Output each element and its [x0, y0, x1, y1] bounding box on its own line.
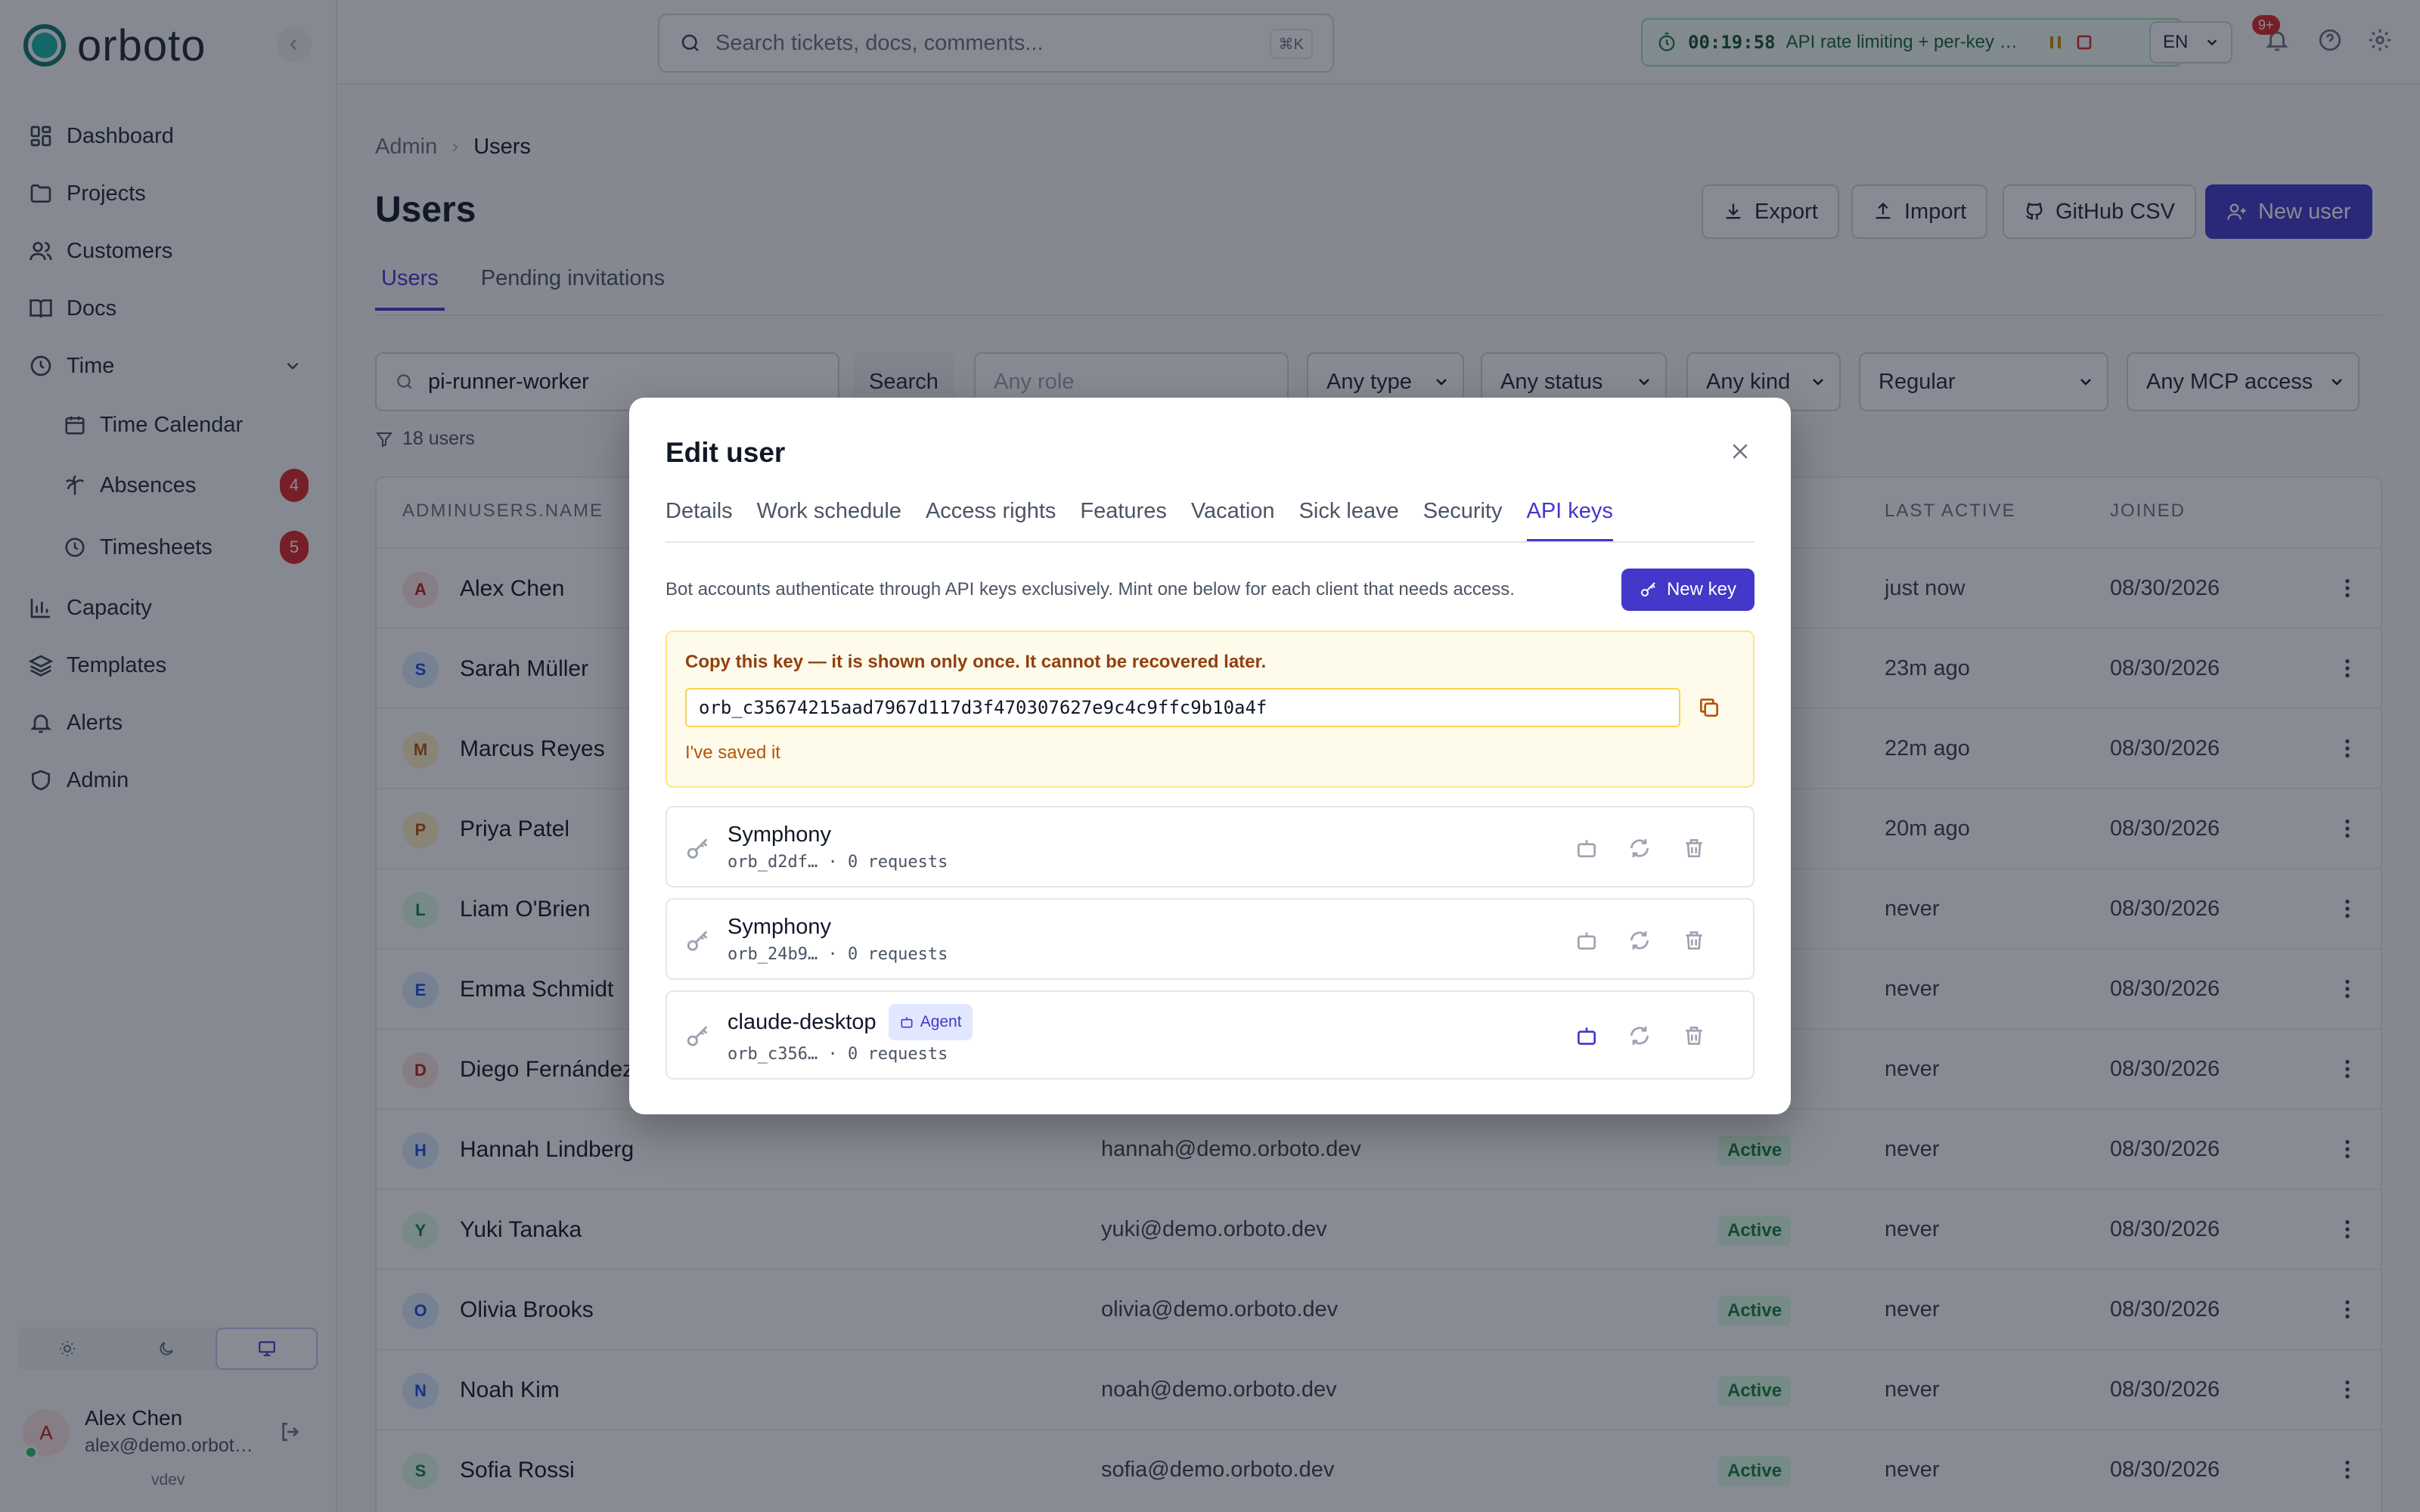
- new-key-label: New key: [1666, 579, 1736, 600]
- key-requests: · 0 requests: [827, 853, 948, 872]
- key-icon: [687, 1026, 708, 1046]
- agent-badge-label: Agent: [920, 1013, 962, 1030]
- copy-icon: [1700, 699, 1718, 717]
- warning-text: Copy this key — it is shown only once. I…: [685, 652, 1267, 672]
- key-name-text: Symphony: [728, 915, 832, 939]
- agent-toggle-icon[interactable]: [1575, 836, 1599, 860]
- api-keys-info: Bot accounts authenticate through API ke…: [666, 579, 1515, 600]
- key-icon: [1640, 582, 1655, 596]
- key-name-text: Symphony: [728, 823, 832, 847]
- key-name: Symphony: [728, 823, 831, 847]
- tab-access-rights[interactable]: Access rights: [926, 499, 1056, 542]
- tab-details[interactable]: Details: [666, 499, 733, 542]
- close-icon: [1733, 444, 1748, 459]
- key-name-text: claude-desktop: [728, 1009, 876, 1034]
- api-key-row: claude-desktop Agent orb_c356… · 0 reque…: [666, 990, 1754, 1080]
- tab-work-schedule[interactable]: Work schedule: [757, 499, 901, 542]
- key-meta: orb_c356… · 0 requests: [728, 1045, 948, 1064]
- dialog-tabs: Details Work schedule Access rights Feat…: [666, 499, 1613, 542]
- dialog-title: Edit user: [666, 437, 786, 468]
- key-requests: · 0 requests: [827, 1045, 948, 1064]
- rotate-key-icon[interactable]: [1627, 836, 1652, 860]
- rotate-key-icon[interactable]: [1627, 928, 1652, 953]
- trash-icon[interactable]: [1682, 928, 1706, 953]
- robot-icon: [901, 1017, 913, 1028]
- key-icon: [687, 838, 708, 859]
- tab-vacation[interactable]: Vacation: [1191, 499, 1275, 542]
- key-prefix: orb_24b9…: [728, 945, 818, 964]
- agent-toggle-icon[interactable]: [1575, 1024, 1599, 1048]
- api-key-row: Symphony orb_d2df… · 0 requests: [666, 806, 1754, 888]
- api-key-row: Symphony orb_24b9… · 0 requests: [666, 898, 1754, 980]
- tab-features[interactable]: Features: [1080, 499, 1166, 542]
- new-key-button[interactable]: New key: [1621, 569, 1754, 611]
- saved-confirmation-button[interactable]: I've saved it: [685, 742, 780, 764]
- tabs-divider: [666, 541, 1754, 543]
- secret-key-field[interactable]: orb_c35674215aad7967d117d3f470307627e9c4…: [685, 688, 1680, 727]
- tab-sick-leave[interactable]: Sick leave: [1299, 499, 1399, 542]
- rotate-key-icon[interactable]: [1627, 1024, 1652, 1048]
- key-meta: orb_d2df… · 0 requests: [728, 853, 948, 872]
- new-key-warning: Copy this key — it is shown only once. I…: [666, 631, 1754, 788]
- trash-icon[interactable]: [1682, 1024, 1706, 1048]
- close-button[interactable]: [1729, 440, 1751, 463]
- agent-badge: Agent: [888, 1004, 973, 1040]
- key-name: Symphony: [728, 915, 831, 940]
- tab-api-keys[interactable]: API keys: [1526, 499, 1613, 542]
- edit-user-dialog: Edit user Details Work schedule Access r…: [629, 398, 1791, 1114]
- tab-security[interactable]: Security: [1423, 499, 1503, 542]
- key-requests: · 0 requests: [827, 945, 948, 964]
- trash-icon[interactable]: [1682, 836, 1706, 860]
- key-meta: orb_24b9… · 0 requests: [728, 945, 948, 964]
- key-prefix: orb_d2df…: [728, 853, 818, 872]
- key-prefix: orb_c356…: [728, 1045, 818, 1064]
- key-name: claude-desktop Agent: [728, 1004, 973, 1040]
- agent-toggle-icon[interactable]: [1575, 928, 1599, 953]
- copy-key-button[interactable]: [1697, 696, 1721, 720]
- key-icon: [687, 931, 708, 951]
